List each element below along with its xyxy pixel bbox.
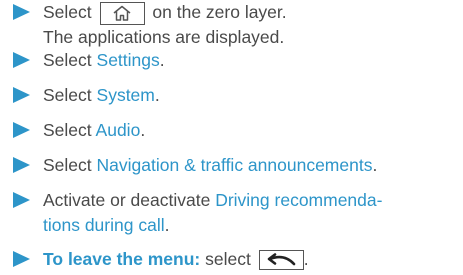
step-2-line: Select Settings. [43,49,165,71]
step-arrow-icon [13,251,30,267]
navigation-traffic-link: Navigation & traffic announcements [96,155,373,175]
step-7-suffix: . [303,249,309,269]
audio-link: Audio [95,120,141,140]
step-1-result: The applications are displayed. [43,27,285,47]
step-6-suffix: . [164,215,170,235]
leave-menu-label: To leave the menu: [43,249,201,269]
step-7-select-label: select [205,249,251,269]
step-2-suffix: . [159,50,165,70]
step-7-line: To leave the menu: select . [43,248,309,271]
settings-link: Settings [96,50,160,70]
step-5-prefix: Select [43,155,92,175]
step-6-prefix: Activate or deactivate [43,190,211,210]
driving-recommendations-link-line1: Driving recommenda- [215,190,383,210]
step-4-prefix: Select [43,120,92,140]
step-2-prefix: Select [43,50,92,70]
step-1-line: Select on the zero layer. [43,1,287,25]
step-4-line: Select Audio. [43,119,145,141]
home-button-frame [99,1,145,25]
driving-recommendations-link-line2: tions during call [43,215,165,235]
step-arrow-icon [13,4,30,20]
step-3-prefix: Select [43,85,92,105]
step-6-line-2: tions during call. [43,214,169,236]
back-button-frame [258,250,304,271]
step-5-line: Select Navigation & traffic announcement… [43,154,377,176]
step-1-select-label: Select [43,2,92,22]
system-link: System [96,85,155,105]
step-arrow-icon [13,122,30,138]
back-icon [267,253,295,266]
step-arrow-icon [13,192,30,208]
step-arrow-icon [13,157,30,173]
step-4-suffix: . [140,120,146,140]
step-arrow-icon [13,52,30,68]
step-5-suffix: . [372,155,378,175]
step-arrow-icon [13,87,30,103]
step-3-line: Select System. [43,84,160,106]
step-1-after-text: on the zero layer. [152,2,287,22]
home-icon [113,5,130,21]
step-6-line: Activate or deactivate Driving recommend… [43,189,382,211]
step-3-suffix: . [154,85,160,105]
